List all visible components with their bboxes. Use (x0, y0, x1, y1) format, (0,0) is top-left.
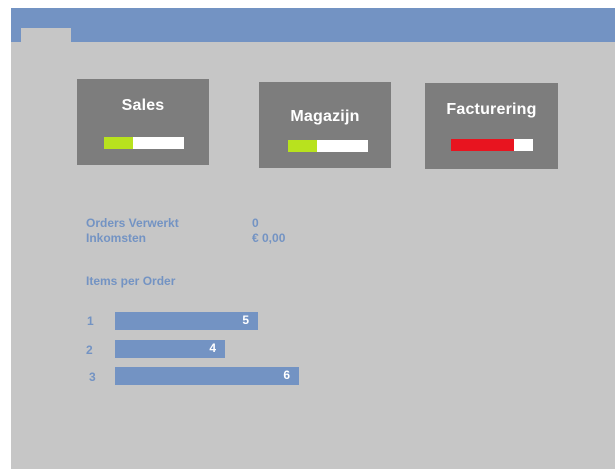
income-label: Inkomsten (86, 231, 147, 245)
progress-meter-sales (104, 137, 184, 149)
row-index-3: 3 (89, 370, 96, 384)
orders-label: Orders Verwerkt (86, 216, 179, 230)
progress-fill-sales (104, 137, 133, 149)
bar-value-1: 5 (242, 313, 249, 327)
bar-row-2: 4 (115, 340, 225, 358)
bar-value-2: 4 (209, 341, 216, 355)
tile-magazijn[interactable]: Magazijn (259, 82, 391, 168)
row-index-2: 2 (86, 343, 93, 357)
items-per-order-title: Items per Order (86, 274, 176, 288)
income-value: € 0,00 (252, 231, 286, 245)
row-index-1: 1 (87, 314, 94, 328)
progress-fill-magazijn (288, 140, 317, 152)
tile-sales[interactable]: Sales (77, 79, 209, 165)
orders-value: 0 (252, 216, 259, 230)
bar-value-3: 6 (283, 368, 290, 382)
active-tab[interactable] (21, 28, 71, 42)
dashboard-panel: Sales Magazijn Facturering Orders Verwer… (11, 8, 615, 469)
bar-row-1: 5 (115, 312, 258, 330)
top-bar (11, 8, 615, 42)
tile-facturering[interactable]: Facturering (425, 83, 558, 169)
progress-fill-facturering (451, 139, 515, 151)
bar-row-3: 6 (115, 367, 299, 385)
tile-title-sales: Sales (121, 97, 165, 114)
tile-title-magazijn: Magazijn (290, 108, 360, 125)
page: Sales Magazijn Facturering Orders Verwer… (0, 0, 615, 469)
progress-meter-facturering (451, 139, 533, 151)
progress-meter-magazijn (288, 140, 368, 152)
tile-title-facturering: Facturering (446, 101, 537, 118)
